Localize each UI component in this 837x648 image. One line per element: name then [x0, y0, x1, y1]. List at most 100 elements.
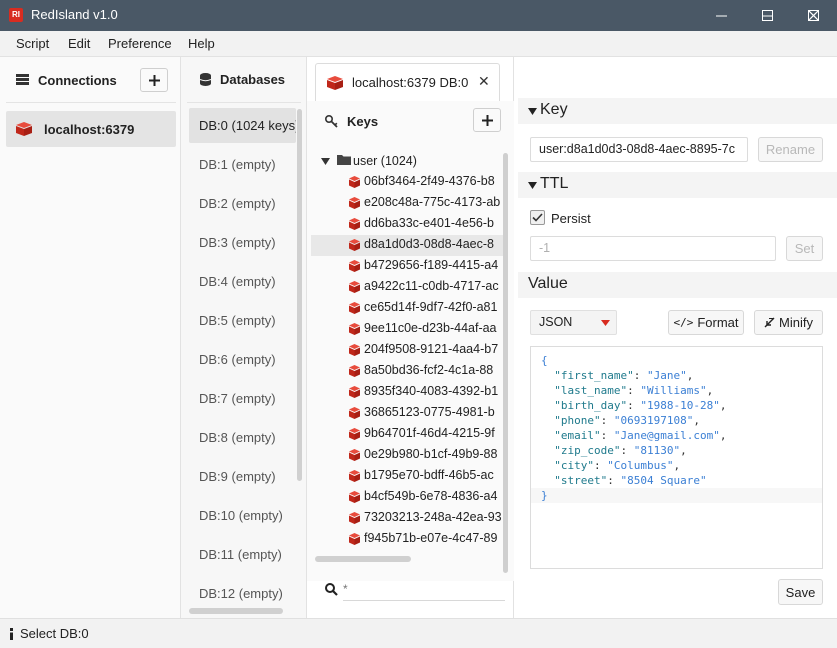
key-item[interactable]: 06bf3464-2f49-4376-b8 [311, 172, 506, 193]
database-item[interactable]: DB:12 (empty) [189, 576, 296, 611]
window-maximize-icon [761, 10, 773, 21]
menu-preference[interactable]: Preference [108, 36, 172, 51]
folder-icon [337, 155, 351, 165]
redis-key-icon [349, 491, 360, 503]
folder-label: user (1024) [353, 154, 417, 168]
key-search-input[interactable] [343, 579, 503, 599]
key-label: e208c48a-775c-4173-ab [364, 195, 501, 209]
tab-label: localhost:6379 DB:0 [352, 75, 469, 90]
window-maximize-button[interactable] [744, 0, 790, 31]
keys-scrollbar[interactable] [503, 153, 508, 573]
rename-button[interactable]: Rename [758, 137, 823, 162]
database-item[interactable]: DB:7 (empty) [189, 381, 296, 416]
value-section-header: Value [518, 272, 837, 298]
key-icon [324, 114, 338, 128]
key-label: 36865123-0775-4981-b [364, 405, 495, 419]
connection-label: localhost:6379 [44, 122, 135, 137]
add-key-button[interactable] [473, 108, 501, 132]
redis-key-icon [349, 449, 360, 461]
dropdown-arrow-icon [601, 320, 610, 326]
key-name-field[interactable]: user:d8a1d0d3-08d8-4aec-8895-7c [530, 137, 748, 162]
window-close-button[interactable] [790, 0, 836, 31]
set-ttl-button[interactable]: Set [786, 236, 823, 261]
tab-localhost-db0[interactable]: localhost:6379 DB:0 ✕ [315, 63, 500, 101]
database-item[interactable]: DB:1 (empty) [189, 147, 296, 182]
keys-hscrollbar[interactable] [315, 556, 411, 562]
search-icon [324, 582, 338, 596]
minify-button[interactable]: Minify [754, 310, 823, 335]
database-item[interactable]: DB:5 (empty) [189, 303, 296, 338]
database-item[interactable]: DB:3 (empty) [189, 225, 296, 260]
format-select[interactable]: JSON [530, 310, 617, 335]
menu-edit[interactable]: Edit [68, 36, 90, 51]
json-value-editor[interactable]: { "first_name": "Jane", "last_name": "Wi… [530, 346, 823, 569]
key-item[interactable]: 8a50bd36-fcf2-4c1a-88 [311, 361, 506, 382]
window-minimize-button[interactable] [698, 0, 744, 31]
json-line: { [541, 354, 548, 367]
ttl-section-label: TTL [540, 175, 569, 192]
key-item[interactable]: 9b64701f-46d4-4215-9f [311, 424, 506, 445]
format-button[interactable]: </> Format [668, 310, 744, 335]
key-item[interactable]: dd6ba33c-e401-4e56-b [311, 214, 506, 235]
plus-icon [481, 114, 493, 126]
menu-help[interactable]: Help [188, 36, 215, 51]
redis-key-icon [349, 323, 360, 335]
key-item[interactable]: a9422c11-c0db-4717-ac [311, 277, 506, 298]
key-label: 06bf3464-2f49-4376-b8 [364, 174, 495, 188]
key-item[interactable]: 8935f340-4083-4392-b1 [311, 382, 506, 403]
add-connection-button[interactable] [140, 68, 168, 92]
key-section-header[interactable]: Key [518, 98, 837, 124]
key-item[interactable]: e208c48a-775c-4173-ab [311, 193, 506, 214]
key-item[interactable]: 9ee11c0e-d23b-44af-aa [311, 319, 506, 340]
detail-panel: Key user:d8a1d0d3-08d8-4aec-8895-7c Rena… [514, 57, 837, 618]
database-item[interactable]: DB:9 (empty) [189, 459, 296, 494]
key-label: 8935f340-4083-4392-b1 [364, 384, 499, 398]
tab-close-icon[interactable]: ✕ [478, 73, 490, 90]
persist-checkbox[interactable] [530, 210, 545, 225]
key-label: 73203213-248a-42ea-93 [364, 510, 502, 524]
key-item[interactable]: 204f9508-9121-4aa4-b7 [311, 340, 506, 361]
databases-header: Databases [220, 72, 286, 87]
key-item[interactable]: b4cf549b-6e78-4836-a4 [311, 487, 506, 508]
database-scrollbar[interactable] [297, 109, 302, 481]
keys-header: Keys [347, 114, 379, 129]
redis-key-icon [349, 512, 360, 524]
chevron-down-icon [321, 158, 330, 165]
redis-key-icon [349, 470, 360, 482]
database-item[interactable]: DB:4 (empty) [189, 264, 296, 299]
redis-key-icon [349, 218, 360, 230]
code-icon: </> [673, 316, 694, 329]
save-button[interactable]: Save [778, 579, 823, 605]
ttl-field[interactable]: -1 [530, 236, 776, 261]
key-item[interactable]: f945b71b-e07e-4c47-89 [311, 529, 506, 550]
json-line: "first_name": "Jane", [554, 369, 694, 382]
key-item[interactable]: b4729656-f189-4415-a4 [311, 256, 506, 277]
redis-key-icon [349, 407, 360, 419]
info-icon [10, 628, 13, 640]
database-hscrollbar[interactable] [189, 608, 283, 614]
connection-item-localhost[interactable]: localhost:6379 [6, 111, 176, 147]
database-item[interactable]: DB:2 (empty) [189, 186, 296, 221]
key-item[interactable]: 36865123-0775-4981-b [311, 403, 506, 424]
minimize-arrows-icon [764, 317, 775, 328]
key-item[interactable]: d8a1d0d3-08d8-4aec-8 [311, 235, 506, 256]
key-section-label: Key [540, 101, 568, 118]
database-item[interactable]: DB:8 (empty) [189, 420, 296, 455]
status-bar: Select DB:0 [0, 618, 837, 648]
database-item[interactable]: DB:0 (1024 keys) [189, 108, 296, 143]
menu-script[interactable]: Script [16, 36, 49, 51]
key-item[interactable]: 0e29b980-b1cf-49b9-88 [311, 445, 506, 466]
database-item[interactable]: DB:11 (empty) [189, 537, 296, 572]
key-item[interactable]: ce65d14f-9df7-42f0-a81 [311, 298, 506, 319]
key-item[interactable]: 73203213-248a-42ea-93 [311, 508, 506, 529]
json-line: "last_name": "Williams", [554, 384, 714, 397]
key-label: 0e29b980-b1cf-49b9-88 [364, 447, 498, 461]
ttl-section-header[interactable]: TTL [518, 172, 837, 198]
divider [187, 102, 301, 103]
key-folder-user[interactable]: user (1024) [311, 151, 506, 172]
key-label: 8a50bd36-fcf2-4c1a-88 [364, 363, 494, 377]
database-item[interactable]: DB:10 (empty) [189, 498, 296, 533]
key-item[interactable]: b1795e70-bdff-46b5-ac [311, 466, 506, 487]
redis-key-icon [349, 197, 360, 209]
database-item[interactable]: DB:6 (empty) [189, 342, 296, 377]
